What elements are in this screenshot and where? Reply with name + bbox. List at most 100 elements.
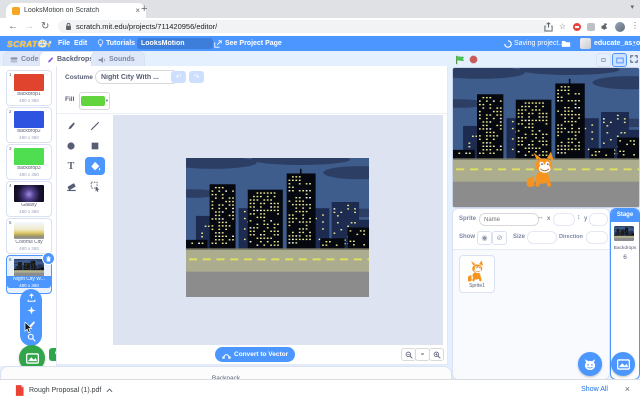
extensions-puzzle-icon[interactable]	[600, 22, 609, 31]
share-icon[interactable]	[544, 22, 553, 32]
size-input[interactable]	[527, 231, 557, 244]
show-hidden-button[interactable]: ⊘	[492, 231, 507, 245]
backdrop-tile-4[interactable]: 4 Galaxy 480 x 360	[6, 181, 52, 217]
lock-icon[interactable]	[65, 22, 72, 31]
menu-edit[interactable]: Edit	[74, 40, 87, 47]
backdrop-tile-1[interactable]: 1 backdrop1 480 x 360	[6, 70, 52, 106]
saving-status: Saving project...	[514, 40, 565, 47]
zoom-in-button[interactable]	[429, 348, 444, 361]
profile-avatar[interactable]	[615, 21, 625, 32]
fill-swatch[interactable]: ▾	[79, 92, 110, 110]
x-label: x	[547, 216, 551, 222]
download-file-name: Rough Proposal (1).pdf	[29, 387, 102, 394]
green-flag-icon[interactable]	[455, 55, 465, 65]
tabstrip-caret-icon[interactable]: ▾	[630, 3, 634, 11]
canvas-backdrop-image[interactable]	[186, 158, 369, 297]
redo-button[interactable]: ↷	[189, 71, 204, 83]
bookmark-star-icon[interactable]: ☆	[559, 22, 566, 31]
backdrop-tile-5[interactable]: 5 Colorful City 480 x 360	[6, 218, 52, 254]
extension-gray-icon[interactable]	[587, 23, 595, 31]
backdrops-count: 6	[623, 254, 627, 261]
pdf-file-icon	[15, 385, 24, 396]
undo-button[interactable]: ↶	[171, 71, 186, 83]
y-input[interactable]	[589, 213, 608, 226]
select-tool[interactable]	[85, 177, 105, 195]
sprite1-thumbnail	[468, 259, 486, 283]
download-shelf: Rough Proposal (1).pdf Show All ×	[0, 379, 640, 400]
size-label: Size	[513, 234, 526, 240]
reload-icon[interactable]: ↻	[41, 21, 49, 32]
search-backdrop-icon[interactable]	[27, 333, 36, 342]
close-downloads-button[interactable]: ×	[625, 384, 630, 394]
tab-close-icon[interactable]: ×	[135, 6, 140, 15]
tab-sounds[interactable]: Sounds	[91, 51, 145, 67]
zoom-reset-button[interactable]: =	[415, 348, 430, 361]
small-stage-button[interactable]	[596, 53, 611, 67]
user-avatar[interactable]	[580, 38, 591, 49]
stage-selector-header: Stage	[611, 209, 639, 222]
convert-to-vector-button[interactable]: Convert to Vector	[215, 347, 296, 362]
line-tool-icon	[90, 121, 100, 131]
stage-viewport[interactable]	[452, 67, 640, 208]
fill-tool-icon	[90, 161, 100, 170]
backdrops-count-label: Backdrops	[613, 246, 637, 251]
rectangle-tool[interactable]	[85, 137, 105, 155]
download-expand-caret-icon[interactable]	[106, 388, 113, 393]
see-project-page-link[interactable]: See Project Page	[225, 40, 282, 47]
y-arrows-icon: ↕	[577, 214, 581, 221]
circle-tool[interactable]	[61, 137, 81, 155]
forward-icon[interactable]: →	[24, 21, 34, 32]
brush-tool[interactable]	[61, 117, 81, 135]
upload-backdrop-icon[interactable]	[27, 293, 36, 302]
back-icon[interactable]: ←	[8, 21, 18, 32]
stop-icon[interactable]	[469, 55, 478, 64]
scratch-favicon	[12, 6, 20, 15]
show-visible-button[interactable]: ◉	[477, 231, 492, 245]
menu-tutorials[interactable]: Tutorials	[106, 40, 135, 47]
menu-file[interactable]: File	[58, 40, 70, 47]
backdrop-add-icon	[616, 358, 630, 370]
direction-label: Direction	[559, 234, 583, 240]
backdrop-thumb-green	[14, 148, 44, 165]
menu-kebab-icon[interactable]: ⋮	[631, 21, 639, 30]
text-tool[interactable]: T	[61, 157, 81, 175]
show-all-link[interactable]: Show All	[581, 386, 608, 393]
delete-backdrop-button[interactable]	[42, 252, 55, 265]
saving-spinner-icon	[504, 40, 512, 48]
sprite-tile[interactable]: Sprite1	[459, 255, 495, 293]
address-bar[interactable]: scratch.mit.edu/projects/711420956/edito…	[58, 20, 550, 33]
tab-sounds-label: Sounds	[109, 56, 135, 63]
surprise-backdrop-icon[interactable]	[26, 306, 36, 315]
add-sprite-button[interactable]	[578, 352, 602, 376]
language-globe-icon[interactable]	[38, 39, 47, 48]
sprite1-name: Sprite1	[469, 283, 485, 289]
sprite-name-input[interactable]	[479, 213, 539, 226]
project-name-input[interactable]	[137, 38, 213, 49]
tab-title: LooksMotion on Scratch	[24, 7, 100, 14]
download-item[interactable]: Rough Proposal (1).pdf	[10, 383, 118, 398]
scratch-header: SCRATCH ▾ File Edit Tutorials See Projec…	[0, 36, 640, 51]
costume-name-input[interactable]	[95, 70, 179, 84]
eraser-tool[interactable]	[61, 177, 81, 195]
add-backdrop-button[interactable]	[611, 352, 635, 376]
backdrop-tile-3[interactable]: 3 backdrop3 480 x 360	[6, 144, 52, 180]
brush-tool-icon	[68, 122, 75, 130]
backdrop-thumb-colorful-city	[14, 222, 44, 239]
line-tool[interactable]	[85, 117, 105, 135]
backdrop-thumb-galaxy	[14, 185, 44, 202]
x-input[interactable]	[553, 213, 575, 226]
backdrop-tile-2[interactable]: 2 backdrop2 480 x 360	[6, 107, 52, 143]
folder-icon[interactable]	[561, 39, 571, 48]
code-tab-icon	[10, 56, 18, 64]
browser-tabstrip: LooksMotion on Scratch × + ▾	[0, 0, 640, 18]
large-stage-button[interactable]	[612, 53, 627, 67]
extension-red-icon[interactable]	[573, 23, 581, 31]
direction-input[interactable]	[586, 231, 608, 244]
fullscreen-button[interactable]	[628, 53, 640, 65]
zoom-out-button[interactable]	[401, 348, 416, 361]
new-tab-button[interactable]: +	[141, 3, 147, 15]
tutorials-bulb-icon	[97, 39, 104, 48]
browser-tab[interactable]: LooksMotion on Scratch ×	[6, 3, 146, 18]
fill-tool-selected[interactable]	[85, 157, 105, 175]
backpack-bar[interactable]: Backpack	[0, 366, 452, 382]
